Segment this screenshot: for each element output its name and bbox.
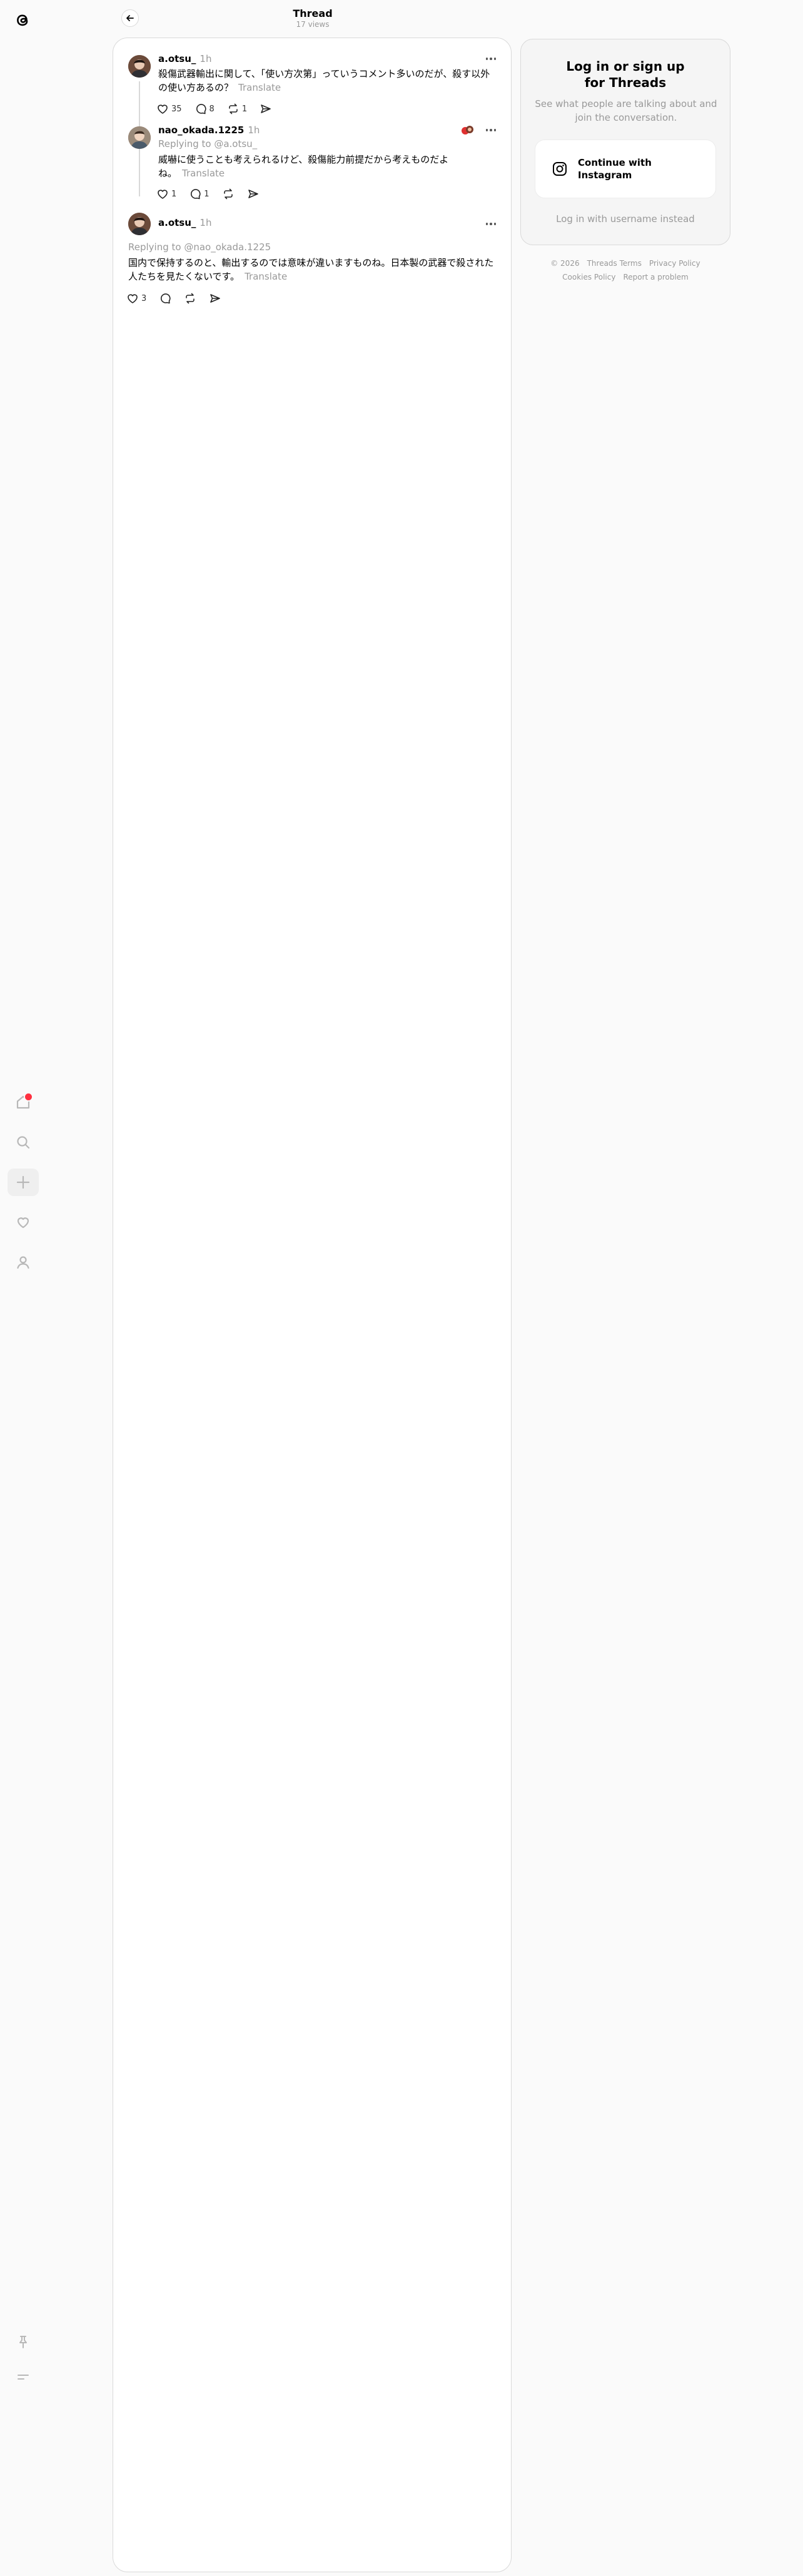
username[interactable]: nao_okada.1225: [158, 124, 244, 136]
page-title: Thread: [293, 8, 333, 19]
repost-count: 1: [241, 104, 248, 114]
timestamp[interactable]: 1h: [199, 217, 211, 228]
avatar[interactable]: [128, 55, 151, 78]
profile-button[interactable]: [8, 1249, 39, 1276]
timestamp[interactable]: 1h: [248, 124, 260, 136]
thread-panel: [113, 38, 512, 2572]
heart-icon: [128, 294, 138, 303]
comment-icon: [161, 293, 171, 304]
avatar[interactable]: [128, 213, 151, 235]
username[interactable]: a.otsu_: [158, 53, 196, 64]
continue-with-instagram-button[interactable]: Continue with Instagram: [535, 139, 716, 198]
terms-link[interactable]: Threads Terms: [587, 259, 642, 268]
person-icon: [17, 1256, 29, 1269]
share-button[interactable]: [247, 186, 260, 201]
reply-button[interactable]: 8: [194, 101, 215, 116]
copyright: © 2026: [550, 259, 580, 268]
badge-icon: [461, 124, 475, 136]
more-options-button[interactable]: [483, 124, 498, 136]
privacy-link[interactable]: Privacy Policy: [649, 259, 700, 268]
heart-icon: [158, 104, 168, 114]
avatar[interactable]: [128, 126, 151, 149]
post-text: 殺傷武器輸出に関して、「使い方次第」っていうコメント多いのだが、殺す以外の使い方…: [158, 68, 490, 93]
instagram-icon: [553, 162, 567, 176]
reply-button[interactable]: 1: [189, 186, 210, 201]
repost-button[interactable]: [184, 291, 196, 306]
translate-link[interactable]: Translate: [182, 168, 225, 179]
send-icon: [261, 104, 271, 113]
share-button[interactable]: [260, 101, 272, 116]
more-options-button[interactable]: [483, 218, 498, 230]
view-count: 17 views: [296, 20, 330, 29]
activity-button[interactable]: [8, 1209, 39, 1236]
cookies-link[interactable]: Cookies Policy: [562, 273, 615, 281]
like-button[interactable]: 35: [156, 101, 182, 116]
reply-count: 1: [204, 189, 210, 199]
pin-button[interactable]: [8, 2328, 39, 2356]
home-button[interactable]: [8, 1088, 39, 1116]
post-text: 国内で保持するのと、輸出するのでは意味が違いますものね。日本製の武器で殺された人…: [128, 257, 494, 282]
like-count: 35: [171, 104, 182, 114]
report-problem-link[interactable]: Report a problem: [623, 273, 688, 281]
instagram-button-label: Continue with Instagram: [578, 157, 652, 181]
translate-link[interactable]: Translate: [245, 271, 287, 282]
reply-count: 8: [209, 104, 215, 114]
replying-to[interactable]: Replying to @a.otsu_: [158, 138, 257, 150]
reply-button[interactable]: [159, 291, 171, 306]
repost-button[interactable]: [222, 186, 235, 201]
login-title: Log in or sign up for Threads: [521, 58, 730, 91]
timestamp[interactable]: 1h: [199, 53, 211, 64]
menu-icon: [18, 2375, 29, 2380]
login-subtitle: See what people are talking about and jo…: [535, 98, 717, 123]
menu-button[interactable]: [8, 2363, 39, 2391]
replying-to[interactable]: Replying to @nao_okada.1225: [128, 241, 271, 253]
comment-icon: [191, 189, 201, 200]
translate-link[interactable]: Translate: [238, 82, 281, 93]
send-icon: [210, 294, 221, 303]
like-count: 1: [171, 189, 177, 199]
username[interactable]: a.otsu_: [158, 217, 196, 228]
footer: © 2026 Threads Terms Privacy Policy Cookie…: [520, 256, 730, 284]
like-button[interactable]: 1: [156, 186, 176, 201]
login-title-text: Log in or sign up for Threads: [566, 59, 685, 90]
share-button[interactable]: [209, 291, 221, 306]
like-count: 3: [141, 293, 147, 303]
username-login-link[interactable]: Log in with username instead: [521, 213, 730, 225]
more-options-button[interactable]: [483, 53, 498, 65]
pin-icon: [19, 2336, 27, 2348]
heart-icon: [158, 190, 168, 199]
repost-icon: [229, 103, 238, 114]
plus-icon: [16, 1175, 30, 1189]
search-icon: [17, 1136, 30, 1149]
heart-icon: [17, 1217, 29, 1229]
comment-icon: [196, 104, 206, 114]
create-post-button[interactable]: [8, 1169, 39, 1196]
send-icon: [248, 190, 258, 198]
repost-button[interactable]: 1: [227, 101, 247, 116]
repost-icon: [186, 293, 195, 304]
like-button[interactable]: 3: [126, 291, 146, 306]
login-card: Log in or sign up for Threads See what p…: [520, 39, 730, 245]
search-button[interactable]: [8, 1128, 39, 1156]
repost-icon: [223, 188, 233, 200]
notification-badge: [24, 1092, 33, 1102]
